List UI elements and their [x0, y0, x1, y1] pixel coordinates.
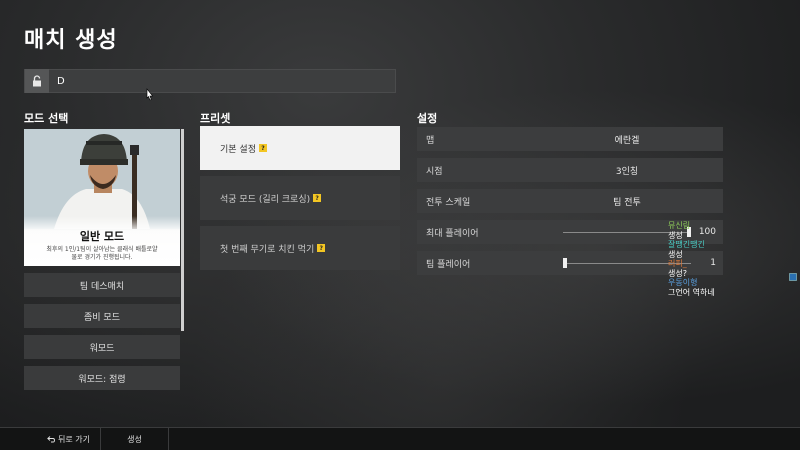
mode-scrollbar[interactable]: [181, 129, 184, 331]
chat-line: 생성?: [668, 268, 687, 278]
back-arrow-icon: [47, 435, 55, 442]
mouse-cursor-icon: [145, 86, 154, 105]
chat-line: 우동이형: [668, 278, 698, 287]
mode-card-desc: 최후의 1인/1팀이 살아남는 클래식 배틀로얄 물로 경기가 진행됩니다.: [24, 246, 180, 262]
chat-line: 생성: [668, 249, 683, 259]
help-icon[interactable]: ?: [317, 244, 326, 252]
mode-item-team-deathmatch[interactable]: 팀 데스매치: [24, 273, 180, 297]
setting-label: 시점: [426, 166, 443, 177]
help-icon[interactable]: ?: [258, 144, 267, 152]
setting-value: 에란겔: [614, 135, 640, 146]
setting-label: 팀 플레이어: [426, 259, 471, 270]
page-title: 매치 생성: [24, 28, 118, 53]
mode-card-normal[interactable]: 일반 모드 최후의 1인/1팀이 살아남는 클래식 배틀로얄 물로 경기가 진행…: [24, 129, 180, 266]
chat-line: 그언어 역하네: [668, 287, 715, 297]
setting-row-battle-scale[interactable]: 전투 스케일 팀 전투: [417, 189, 723, 213]
preset-item-default[interactable]: 기본 설정 ?: [200, 126, 400, 170]
preset-label: 기본 설정: [220, 144, 256, 155]
mode-item-zombie[interactable]: 좀비 모드: [24, 304, 180, 328]
preset-label: 석궁 모드 (길리 크로싱): [220, 194, 311, 205]
setting-row-perspective[interactable]: 시점 3인칭: [417, 158, 723, 182]
mode-card-name: 일반 모드: [79, 230, 125, 243]
lock-open-icon[interactable]: [25, 69, 49, 93]
mode-section-label: 모드 선택: [24, 112, 69, 125]
password-bar[interactable]: [24, 69, 396, 93]
mode-card-desc-line1: 최후의 1인/1팀이 살아남는 클래식 배틀로얄: [46, 246, 158, 253]
create-button[interactable]: 생성: [101, 427, 169, 450]
preset-list: 기본 설정 ? 석궁 모드 (길리 크로싱) ? 첫 번째 무기로 치킨 먹기 …: [200, 126, 400, 276]
setting-label: 맵: [426, 135, 435, 146]
setting-label: 전투 스케일: [426, 197, 471, 208]
mode-card-desc-line2: 물로 경기가 진행됩니다.: [71, 254, 133, 261]
soldier-figure-image: [24, 129, 180, 229]
preset-item-crossbow[interactable]: 석궁 모드 (길리 크로싱) ?: [200, 176, 400, 220]
chat-line: 러피_: [668, 259, 687, 268]
setting-value: 3인칭: [615, 166, 639, 177]
back-label: 뒤로 가기: [58, 434, 90, 444]
overlay-icon: [789, 266, 797, 285]
settings-section-label: 설정: [417, 112, 438, 125]
help-icon[interactable]: ?: [313, 194, 322, 202]
bottom-bar: 뒤로 가기 생성: [0, 427, 800, 450]
mode-item-war-conquest[interactable]: 워모드: 점령: [24, 366, 180, 390]
chat-overlay: 뮤신림 생성 잘땡긴땡긴 생성 러피_ 생성? 우동이형 그언어 역하네: [668, 221, 793, 297]
setting-label: 최대 플레이어: [426, 228, 479, 239]
setting-value: 팀 전투: [613, 197, 641, 208]
mode-list: 일반 모드 최후의 1인/1팀이 살아남는 클래식 배틀로얄 물로 경기가 진행…: [24, 129, 184, 390]
chat-line: 잘땡긴땡긴: [668, 240, 705, 249]
chat-line: 생성: [668, 230, 683, 240]
team-players-slider-thumb[interactable]: [563, 258, 567, 268]
preset-label: 첫 번째 무기로 치킨 먹기: [220, 244, 315, 255]
mode-item-war[interactable]: 워모드: [24, 335, 180, 359]
password-input[interactable]: [57, 75, 357, 87]
chat-line: 뮤신림: [668, 221, 691, 230]
back-button[interactable]: 뒤로 가기: [37, 427, 101, 450]
preset-section-label: 프리셋: [200, 112, 231, 125]
setting-row-map[interactable]: 맵 에란겔: [417, 127, 723, 151]
mode-card-caption: 일반 모드 최후의 1인/1팀이 살아남는 클래식 배틀로얄 물로 경기가 진행…: [24, 216, 180, 266]
preset-item-first-weapon[interactable]: 첫 번째 무기로 치킨 먹기 ?: [200, 226, 400, 270]
